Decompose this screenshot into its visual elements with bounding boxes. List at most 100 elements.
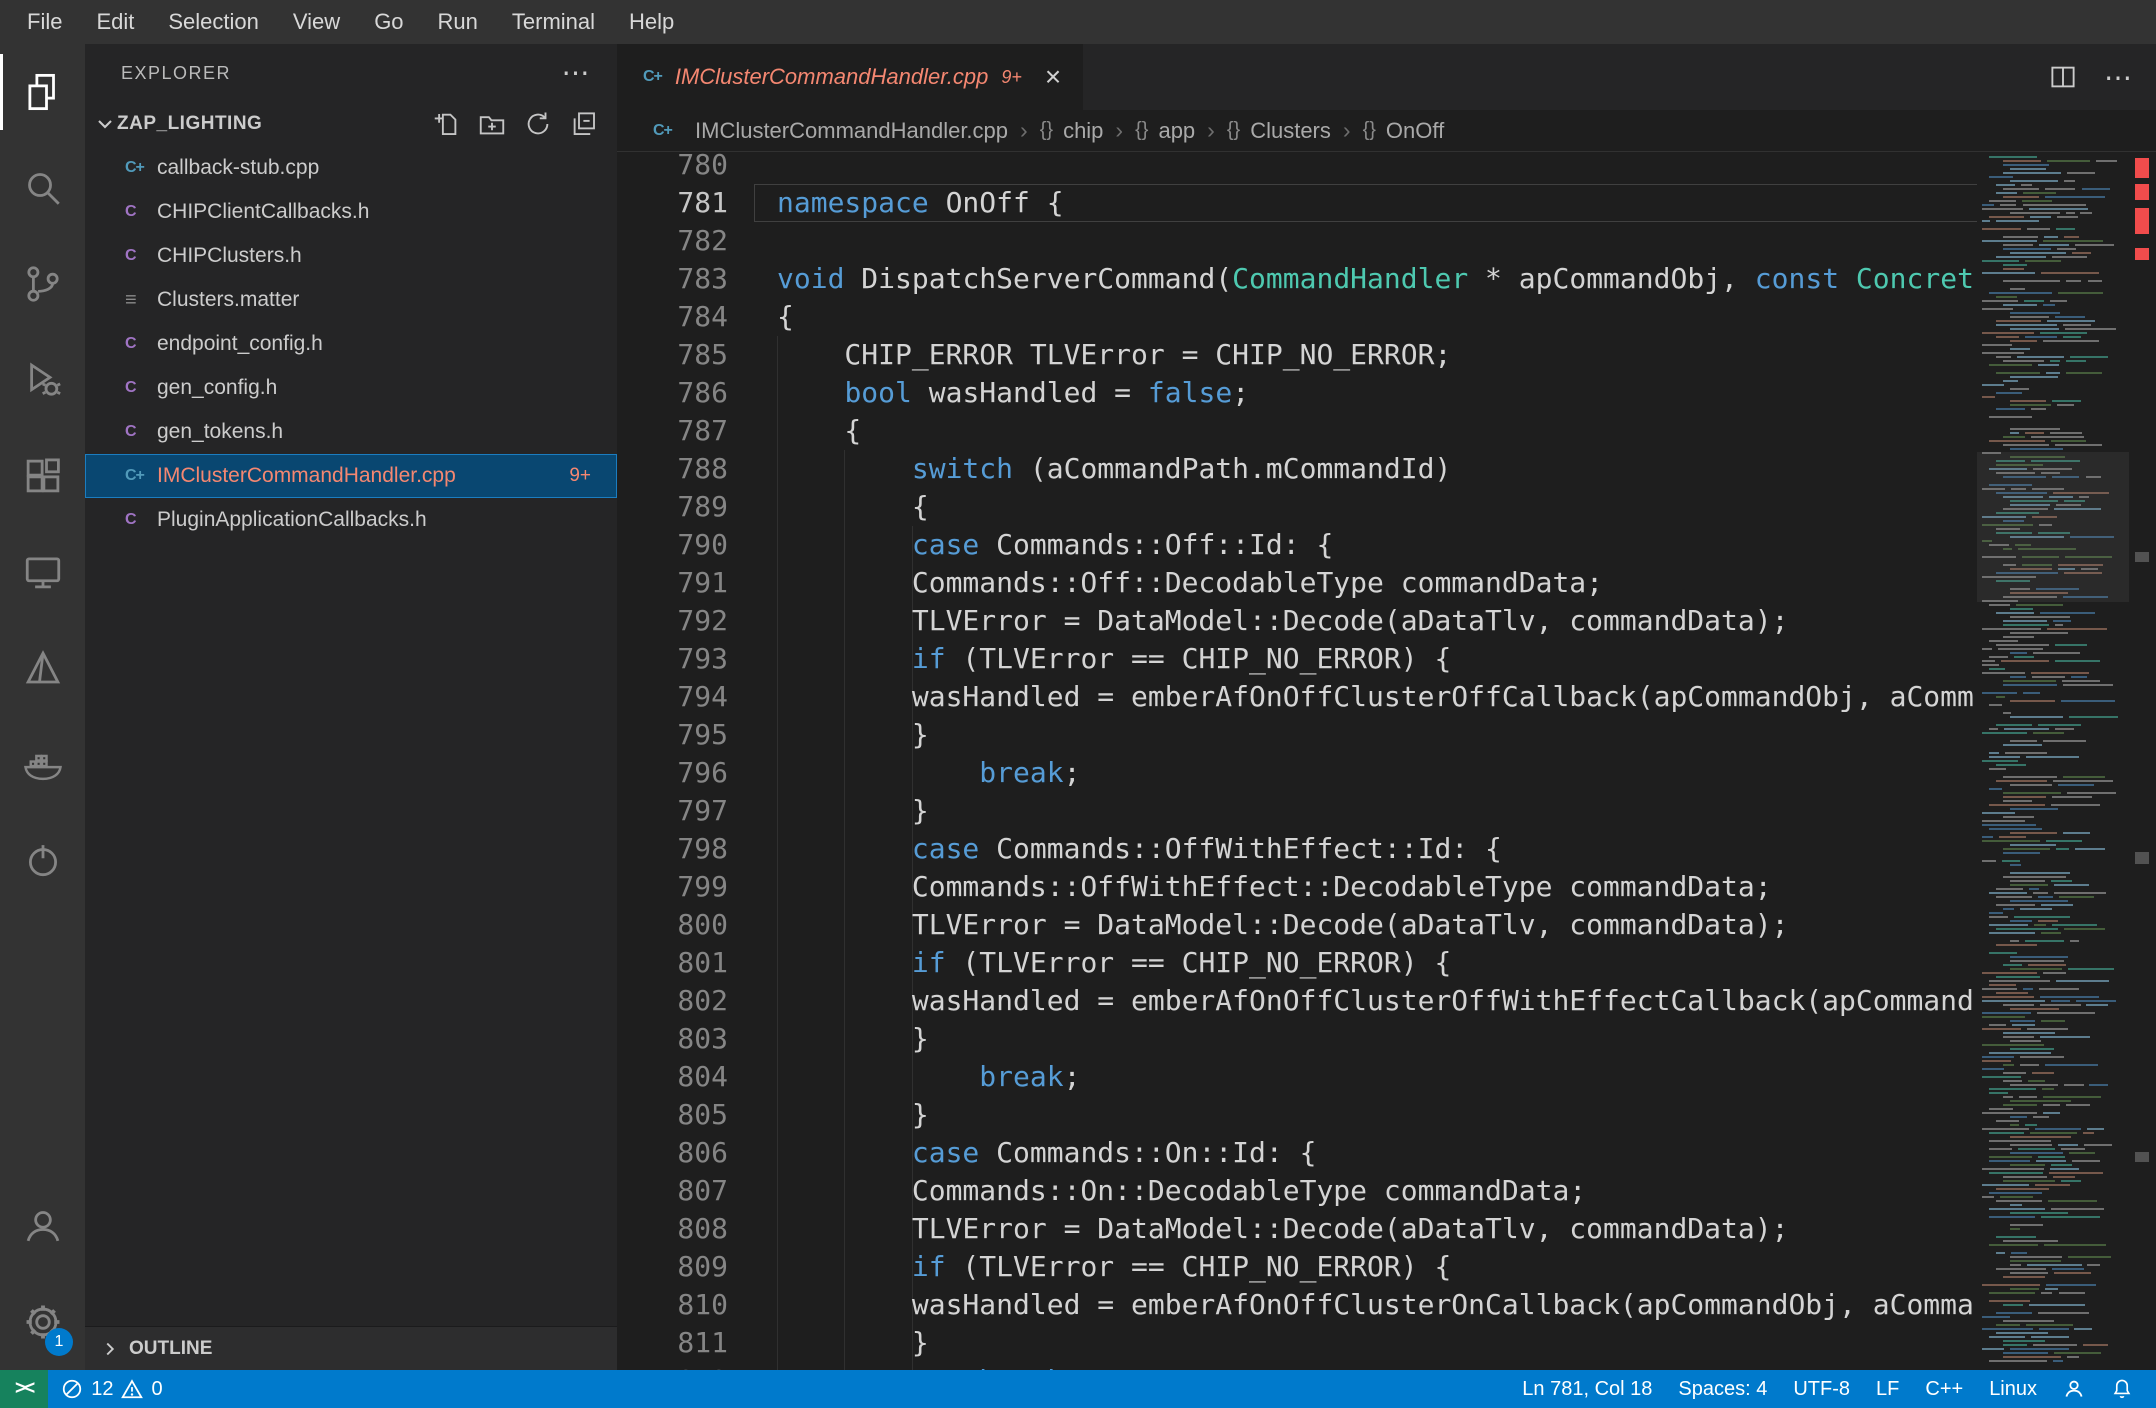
- code-line[interactable]: 780: [617, 152, 2156, 184]
- menu-file[interactable]: File: [10, 0, 79, 44]
- code-line[interactable]: 791 Commands::Off::DecodableType command…: [617, 564, 2156, 602]
- line-number[interactable]: 790: [617, 526, 754, 564]
- workspace-section-header[interactable]: ZAP_LIGHTING: [85, 102, 617, 146]
- os-indicator[interactable]: Linux: [1976, 1370, 2050, 1408]
- line-number[interactable]: 789: [617, 488, 754, 526]
- menu-terminal[interactable]: Terminal: [495, 0, 612, 44]
- code-line[interactable]: 800 TLVError = DataModel::Decode(aDataTl…: [617, 906, 2156, 944]
- code-line[interactable]: 811 }: [617, 1324, 2156, 1362]
- menu-view[interactable]: View: [276, 0, 357, 44]
- file-row[interactable]: C CHIPClientCallbacks.h: [85, 190, 617, 234]
- breadcrumb-symbol[interactable]: chip: [1063, 118, 1103, 144]
- code-line[interactable]: 788 switch (aCommandPath.mCommandId): [617, 450, 2156, 488]
- search-icon[interactable]: [0, 140, 85, 236]
- power-icon[interactable]: [0, 812, 85, 908]
- file-row[interactable]: Cgen_config.h: [85, 366, 617, 410]
- code-line[interactable]: 804 break;: [617, 1058, 2156, 1096]
- tab-imclustercommandhandler[interactable]: C+ IMClusterCommandHandler.cpp 9+ ×: [617, 44, 1084, 110]
- code-line[interactable]: 793 if (TLVError == CHIP_NO_ERROR) {: [617, 640, 2156, 678]
- remote-explorer-icon[interactable]: [0, 524, 85, 620]
- code-line[interactable]: 786 bool wasHandled = false;: [617, 374, 2156, 412]
- line-number[interactable]: 801: [617, 944, 754, 982]
- code-line[interactable]: 805 }: [617, 1096, 2156, 1134]
- code-line[interactable]: 808 TLVError = DataModel::Decode(aDataTl…: [617, 1210, 2156, 1248]
- code-line[interactable]: 801 if (TLVError == CHIP_NO_ERROR) {: [617, 944, 2156, 982]
- problems-status[interactable]: 12 0: [48, 1370, 175, 1408]
- refresh-icon[interactable]: [523, 109, 553, 139]
- extensions-icon[interactable]: [0, 428, 85, 524]
- line-number[interactable]: 786: [617, 374, 754, 412]
- feedback-icon[interactable]: [2050, 1370, 2098, 1408]
- code-line[interactable]: 782: [617, 222, 2156, 260]
- split-editor-icon[interactable]: [2048, 62, 2078, 92]
- code-line[interactable]: 792 TLVError = DataModel::Decode(aDataTl…: [617, 602, 2156, 640]
- line-number[interactable]: 793: [617, 640, 754, 678]
- breadcrumb-symbol[interactable]: Clusters: [1250, 118, 1331, 144]
- line-number[interactable]: 785: [617, 336, 754, 374]
- code-line[interactable]: 785 CHIP_ERROR TLVError = CHIP_NO_ERROR;: [617, 336, 2156, 374]
- line-number[interactable]: 798: [617, 830, 754, 868]
- menu-edit[interactable]: Edit: [79, 0, 151, 44]
- file-row[interactable]: Cendpoint_config.h: [85, 322, 617, 366]
- encoding[interactable]: UTF-8: [1780, 1370, 1863, 1408]
- line-number[interactable]: 791: [617, 564, 754, 602]
- overview-ruler-scrollbar[interactable]: [2129, 152, 2156, 1370]
- code-line[interactable]: 803 }: [617, 1020, 2156, 1058]
- line-number[interactable]: 800: [617, 906, 754, 944]
- breadcrumb-symbol[interactable]: OnOff: [1386, 118, 1444, 144]
- line-number[interactable]: 804: [617, 1058, 754, 1096]
- explorer-more-actions-icon[interactable]: ⋯: [562, 59, 592, 87]
- line-number[interactable]: 810: [617, 1286, 754, 1324]
- code-line[interactable]: 795 }: [617, 716, 2156, 754]
- code-line[interactable]: 790 case Commands::Off::Id: {: [617, 526, 2156, 564]
- code-line[interactable]: 812 break;: [617, 1362, 2156, 1370]
- code-line[interactable]: 809 if (TLVError == CHIP_NO_ERROR) {: [617, 1248, 2156, 1286]
- file-row[interactable]: C PluginApplicationCallbacks.h: [85, 498, 617, 542]
- code-line[interactable]: 783 void DispatchServerCommand(CommandHan…: [617, 260, 2156, 298]
- line-number[interactable]: 811: [617, 1324, 754, 1362]
- code-line[interactable]: 787 {: [617, 412, 2156, 450]
- accounts-icon[interactable]: [0, 1178, 85, 1274]
- new-folder-icon[interactable]: [477, 109, 507, 139]
- file-row[interactable]: Cgen_tokens.h: [85, 410, 617, 454]
- code-line[interactable]: 802 wasHandled = emberAfOnOffClusterOffW…: [617, 982, 2156, 1020]
- line-number[interactable]: 795: [617, 716, 754, 754]
- code-line[interactable]: 799 Commands::OffWithEffect::DecodableTy…: [617, 868, 2156, 906]
- menu-go[interactable]: Go: [357, 0, 420, 44]
- line-number[interactable]: 788: [617, 450, 754, 488]
- code-line[interactable]: 781 namespace OnOff {: [617, 184, 2156, 222]
- editor-more-actions-icon[interactable]: ⋯: [2104, 61, 2132, 94]
- breadcrumb-symbol[interactable]: app: [1158, 118, 1195, 144]
- language-mode[interactable]: C++: [1912, 1370, 1976, 1408]
- code-line[interactable]: 806 case Commands::On::Id: {: [617, 1134, 2156, 1172]
- line-number[interactable]: 780: [617, 152, 754, 184]
- cursor-position[interactable]: Ln 781, Col 18: [1509, 1370, 1665, 1408]
- tab-close-icon[interactable]: ×: [1045, 63, 1061, 91]
- outline-section-header[interactable]: OUTLINE: [85, 1326, 617, 1370]
- line-number[interactable]: 805: [617, 1096, 754, 1134]
- line-number[interactable]: 792: [617, 602, 754, 640]
- indentation[interactable]: Spaces: 4: [1665, 1370, 1780, 1408]
- code-line[interactable]: 807 Commands::On::DecodableType commandD…: [617, 1172, 2156, 1210]
- settings-gear-icon[interactable]: 1: [0, 1274, 85, 1370]
- line-number[interactable]: 808: [617, 1210, 754, 1248]
- code-line[interactable]: 794 wasHandled = emberAfOnOffClusterOffC…: [617, 678, 2156, 716]
- code-line[interactable]: 797 }: [617, 792, 2156, 830]
- eol[interactable]: LF: [1863, 1370, 1912, 1408]
- menu-help[interactable]: Help: [612, 0, 691, 44]
- cmake-icon[interactable]: [0, 620, 85, 716]
- line-number[interactable]: 784: [617, 298, 754, 336]
- line-number[interactable]: 781: [617, 184, 754, 222]
- menu-selection[interactable]: Selection: [151, 0, 276, 44]
- line-number[interactable]: 807: [617, 1172, 754, 1210]
- new-file-icon[interactable]: [431, 109, 461, 139]
- code-line[interactable]: 789 {: [617, 488, 2156, 526]
- minimap-slider[interactable]: [1977, 452, 2129, 602]
- menu-run[interactable]: Run: [421, 0, 495, 44]
- code-line[interactable]: 796 break;: [617, 754, 2156, 792]
- line-number[interactable]: 787: [617, 412, 754, 450]
- code-line[interactable]: 810 wasHandled = emberAfOnOffClusterOnCa…: [617, 1286, 2156, 1324]
- code-line[interactable]: 784 {: [617, 298, 2156, 336]
- docker-icon[interactable]: [0, 716, 85, 812]
- file-row[interactable]: C+ callback-stub.cpp: [85, 146, 617, 190]
